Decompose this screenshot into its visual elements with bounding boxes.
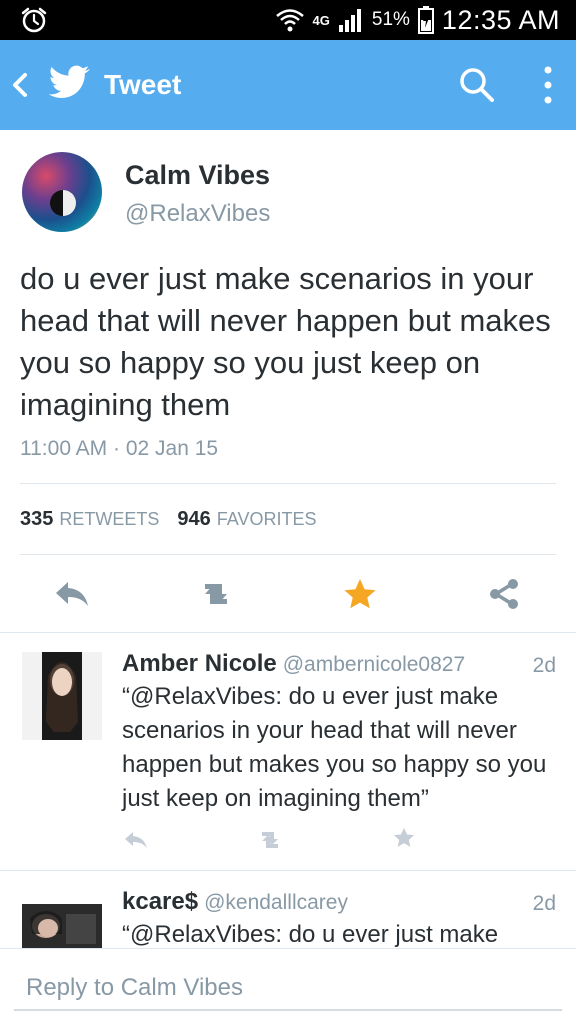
reply-author-name: kcare$ [122,888,199,915]
status-clock: 12:35 AM [441,4,560,35]
twitter-bird-icon [48,65,90,98]
retweets-count: 335 [20,508,54,530]
retweet-icon[interactable] [256,828,284,852]
favorites-label: FAVORITES [216,509,317,529]
avatar-photo-icon [42,652,82,740]
reply-author-name: Amber Nicole [122,650,277,677]
reply-avatar[interactable] [22,904,102,948]
tweet-stats: 335 RETWEETS 946 FAVORITES [20,508,316,531]
reply-author-handle: @ambernicole0827 [282,653,466,676]
reply-icon[interactable] [52,576,92,612]
reply-author-handle: @kendalllcarey [204,891,348,914]
author-handle[interactable]: @RelaxVibes [125,200,270,228]
author-avatar[interactable] [22,152,102,232]
favorite-star-icon[interactable] [390,826,418,850]
author-name[interactable]: Calm Vibes [125,160,270,191]
reply-avatar[interactable] [22,652,102,740]
favorite-star-icon[interactable] [340,576,380,612]
alarm-clock-icon [21,7,47,33]
signal-strength-icon [338,9,361,32]
divider [0,870,576,871]
reply-author[interactable]: kcare$ @kendalllcarey [122,888,348,916]
reply-input[interactable] [14,967,562,1011]
tweet-text: do u ever just make scenarios in your he… [20,261,551,422]
battery-charging-icon [417,6,434,34]
status-bar: 4G 51% 12:35 AM [0,0,576,40]
network-type-label: 4G [312,12,330,28]
search-icon[interactable] [458,66,496,104]
retweets-label: RETWEETS [59,509,160,529]
retweet-icon[interactable] [196,576,236,612]
divider [20,554,556,555]
overflow-menu-icon[interactable] [536,64,560,106]
reply-text: “@RelaxVibes: do u ever just make scenar… [122,683,547,812]
reply-icon[interactable] [122,828,150,852]
wifi-icon [275,9,304,32]
divider [20,483,556,484]
yin-yang-icon [50,190,76,216]
reply-text: “@RelaxVibes: do u ever just make [122,921,499,948]
app-bar: Tweet [0,40,576,130]
favorites-count: 946 [177,508,211,530]
share-icon[interactable] [484,576,524,612]
divider [0,632,576,633]
page-title: Tweet [104,69,182,100]
avatar-photo-icon [22,904,102,948]
reply-bar [0,948,576,1024]
retweets-stat[interactable]: 335 RETWEETS [20,508,159,531]
battery-percent: 51% [371,9,410,30]
reply-author[interactable]: Amber Nicole @ambernicole0827 [122,650,465,678]
favorites-stat[interactable]: 946 FAVORITES [177,508,316,531]
reply-age: 2d [532,892,556,915]
back-chevron-icon[interactable] [10,70,30,100]
tweet-timestamp: 11:00 AM · 02 Jan 15 [20,437,219,460]
reply-age: 2d [532,654,556,677]
